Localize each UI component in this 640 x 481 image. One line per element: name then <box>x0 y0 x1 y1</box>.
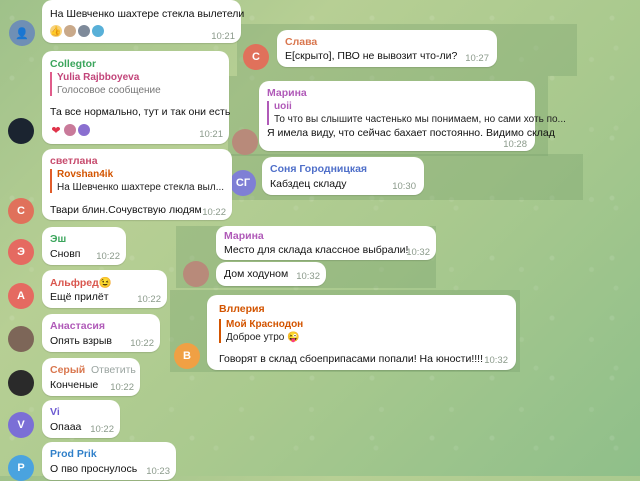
message-text: На Шевченко шахтере стекла вылетели <box>50 8 245 20</box>
sender-name[interactable]: Вллерия <box>219 303 265 315</box>
sender-name[interactable]: Марина <box>267 87 307 99</box>
quote-text: Голосовое сообщение <box>57 85 161 96</box>
message-text: Место для склада классное выбрали! <box>224 244 409 256</box>
message-time: 10:32 <box>296 271 320 282</box>
message-time: 10:21 <box>211 31 235 42</box>
thumbs-up-icon[interactable]: 👍 <box>50 25 62 37</box>
message-bubble[interactable]: Vi Опааа 10:22 <box>42 400 120 438</box>
sender-name[interactable]: Анастасия <box>50 320 105 332</box>
message-time: 10:22 <box>90 424 114 435</box>
message-time: 10:22 <box>137 294 161 305</box>
avatar[interactable]: 👤 <box>9 20 35 46</box>
sender-name[interactable]: Эш <box>50 233 66 245</box>
sender-name[interactable]: Серый <box>50 364 85 376</box>
message-time: 10:28 <box>503 139 527 150</box>
avatar[interactable]: СГ <box>230 170 256 196</box>
message-time: 10:30 <box>392 181 416 192</box>
quote-author: Мой Краснодон <box>226 319 304 330</box>
quote-author: uoii <box>274 101 292 112</box>
message-text: Дом ходуном <box>224 268 289 280</box>
message-text: Та все нормально, тут и так они есть <box>50 106 231 118</box>
avatar-icon <box>64 25 76 37</box>
sender-name[interactable]: Prod Prik <box>50 448 97 460</box>
message-time: 10:23 <box>146 466 170 477</box>
message-text: О пво проснулось <box>50 463 138 475</box>
message-bubble[interactable]: Марина Место для склада классное выбрали… <box>216 226 436 260</box>
message-text: Ещё прилёт <box>50 291 109 303</box>
message-time: 10:22 <box>202 207 226 218</box>
message-text: Опять взрыв <box>50 335 112 347</box>
message-time: 10:32 <box>484 355 508 366</box>
message-text: Конченые <box>50 379 99 391</box>
avatar[interactable]: V <box>8 412 34 438</box>
sender-name[interactable]: Vi <box>50 406 60 418</box>
avatar[interactable]: С <box>243 44 269 70</box>
avatar[interactable]: Э <box>8 239 34 265</box>
avatar[interactable] <box>8 118 34 144</box>
avatar[interactable] <box>8 326 34 352</box>
message-text: Е[скрыто], ПВО не вывозит что-ли? <box>285 50 458 62</box>
quote-author: Yulia Rajbboyeva <box>57 72 140 83</box>
quote-text: На Шевченко шахтере стекла выл... <box>57 182 225 193</box>
avatar[interactable] <box>232 129 258 155</box>
avatar[interactable]: С <box>8 198 34 224</box>
message-text: Кабздец складу <box>270 178 347 190</box>
message-bubble[interactable]: Вллерия Мой Краснодон Доброе утро 😜 Гово… <box>207 295 516 370</box>
message-time: 10:21 <box>199 129 223 140</box>
message-bubble[interactable]: Анастасия Опять взрыв 10:22 <box>42 314 160 352</box>
reactions[interactable]: 👍 <box>50 25 104 37</box>
message-text: Сновп <box>50 248 81 260</box>
message-text: Говорят в склад сбоеприпасами попали! На… <box>219 353 483 365</box>
avatar-icon <box>78 124 90 136</box>
sender-name[interactable]: Слава <box>285 36 317 48</box>
avatar[interactable]: P <box>8 455 34 481</box>
sender-name[interactable]: Марина <box>224 230 264 242</box>
heart-icon[interactable]: ❤ <box>50 124 62 137</box>
reply-quote[interactable]: Yulia Rajbboyeva Голосовое сообщение <box>50 72 161 96</box>
avatar[interactable] <box>8 370 34 396</box>
sender-name[interactable]: Соня Городницкая <box>270 163 367 175</box>
sender-name[interactable]: светлана <box>50 155 98 167</box>
message-text: Твари блин.Сочувствую людям <box>50 204 202 216</box>
message-time: 10:22 <box>96 251 120 262</box>
message-text: Я имела виду, что сейчас бахает постоянн… <box>267 127 555 139</box>
reply-button[interactable]: Ответить <box>91 364 136 376</box>
message-bubble[interactable]: На Шевченко шахтере стекла вылетели 👍 10… <box>42 0 245 43</box>
reactions[interactable]: ❤ <box>50 124 90 137</box>
message-bubble[interactable]: Марина uoii То что вы слышите частенько … <box>259 81 566 151</box>
avatar[interactable]: В <box>174 343 200 369</box>
reply-quote[interactable]: Мой Краснодон Доброе утро 😜 <box>219 319 303 343</box>
avatar-icon <box>78 25 90 37</box>
message-bubble[interactable]: Эш Сновп 10:22 <box>42 227 126 265</box>
message-bubble[interactable]: светлана Rovshan4ik На Шевченко шахтере … <box>42 149 232 220</box>
message-bubble[interactable]: Альфред😉 Ещё прилёт 10:22 <box>42 270 167 308</box>
avatar-icon <box>92 25 104 37</box>
message-text: Опааа <box>50 421 82 433</box>
avatar-icon <box>64 124 76 136</box>
message-bubble[interactable]: Дом ходуном 10:32 <box>216 262 326 286</box>
message-bubble[interactable]: Collegtor Yulia Rajbboyeva Голосовое соо… <box>42 51 231 144</box>
quote-text: То что вы слышите частенько мы понимаем,… <box>274 114 566 125</box>
reply-quote[interactable]: Rovshan4ik На Шевченко шахтере стекла вы… <box>50 169 224 193</box>
message-time: 10:22 <box>110 382 134 393</box>
quote-author: Rovshan4ik <box>57 169 114 180</box>
message-bubble[interactable]: Prod Prik О пво проснулось 10:23 <box>42 442 176 480</box>
message-bubble[interactable]: Слава Е[скрыто], ПВО не вывозит что-ли? … <box>277 30 497 67</box>
quote-text: Доброе утро 😜 <box>226 332 300 343</box>
message-bubble[interactable]: Соня Городницкая Кабздец складу 10:30 <box>262 157 424 195</box>
message-time: 10:27 <box>465 53 489 64</box>
sender-name[interactable]: Альфред😉 <box>50 276 112 289</box>
avatar[interactable] <box>183 261 209 287</box>
message-time: 10:32 <box>406 247 430 258</box>
reply-quote[interactable]: uoii То что вы слышите частенько мы пони… <box>267 101 566 125</box>
message-time: 10:22 <box>130 338 154 349</box>
avatar[interactable]: А <box>8 283 34 309</box>
message-bubble[interactable]: Серый Ответить Конченые 10:22 <box>42 358 140 396</box>
sender-name[interactable]: Collegtor <box>50 58 96 70</box>
